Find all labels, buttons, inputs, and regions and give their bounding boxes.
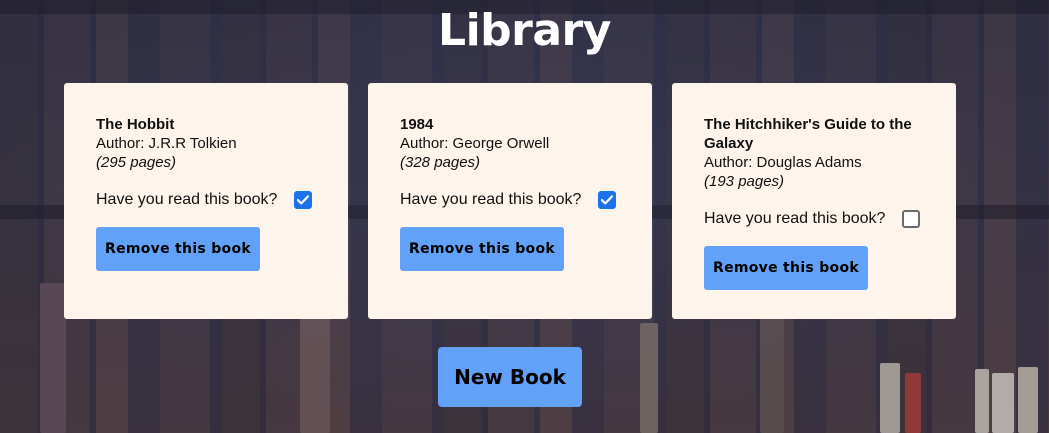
read-status-label: Have you read this book? (704, 210, 886, 227)
book-author: Author: George Orwell (400, 135, 550, 152)
book-card: 1984 Author: George Orwell (328 pages) H… (368, 83, 652, 319)
read-checkbox[interactable] (598, 191, 617, 209)
read-checkbox[interactable] (294, 191, 313, 209)
new-book-button[interactable]: New Book (438, 347, 582, 407)
book-author: Author: Douglas Adams (704, 154, 862, 171)
remove-book-button[interactable]: Remove this book (96, 227, 260, 271)
read-status-row: Have you read this book? (704, 208, 924, 230)
book-list: The Hobbit Author: J.R.R Tolkien (295 pa… (64, 83, 956, 319)
book-pages: (193 pages) (704, 173, 785, 190)
checkmark-icon (601, 195, 614, 205)
page-title: Library (438, 5, 611, 56)
book-title: The Hobbit (96, 116, 175, 133)
book-title: 1984 (400, 116, 434, 133)
book-pages: (295 pages) (96, 154, 177, 171)
read-status-row: Have you read this book? (96, 189, 316, 211)
read-status-row: Have you read this book? (400, 189, 620, 211)
checkmark-icon (297, 195, 310, 205)
book-card: The Hobbit Author: J.R.R Tolkien (295 pa… (64, 83, 348, 319)
read-checkbox[interactable] (902, 210, 921, 228)
book-author: Author: J.R.R Tolkien (96, 135, 237, 152)
book-card: The Hitchhiker's Guide to the Galaxy Aut… (672, 83, 956, 319)
book-title: The Hitchhiker's Guide to the Galaxy (704, 116, 912, 152)
read-status-label: Have you read this book? (96, 191, 278, 208)
remove-book-button[interactable]: Remove this book (704, 246, 868, 290)
read-status-label: Have you read this book? (400, 191, 582, 208)
book-pages: (328 pages) (400, 154, 481, 171)
remove-book-button[interactable]: Remove this book (400, 227, 564, 271)
